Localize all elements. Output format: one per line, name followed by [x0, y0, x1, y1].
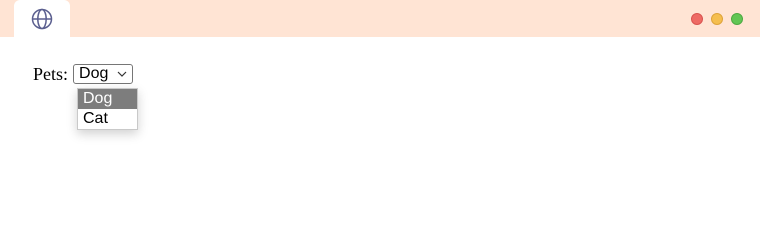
- dropdown-option-dog[interactable]: Dog: [78, 89, 137, 109]
- pets-dropdown-list: Dog Cat: [77, 88, 138, 130]
- pets-form-row: Pets: Dog: [33, 63, 134, 85]
- window-controls: [691, 13, 743, 25]
- minimize-window-button[interactable]: [711, 13, 723, 25]
- pets-select-value: Dog: [79, 65, 109, 82]
- title-bar: [0, 0, 760, 37]
- close-window-button[interactable]: [691, 13, 703, 25]
- maximize-window-button[interactable]: [731, 13, 743, 25]
- pets-label: Pets:: [33, 64, 69, 84]
- browser-tab[interactable]: [14, 0, 70, 37]
- dropdown-option-cat[interactable]: Cat: [78, 109, 137, 129]
- pets-select[interactable]: Dog: [73, 64, 134, 84]
- globe-icon: [31, 8, 53, 29]
- chevron-down-icon: [117, 71, 127, 77]
- browser-window: Pets: Dog Dog Cat: [0, 0, 760, 211]
